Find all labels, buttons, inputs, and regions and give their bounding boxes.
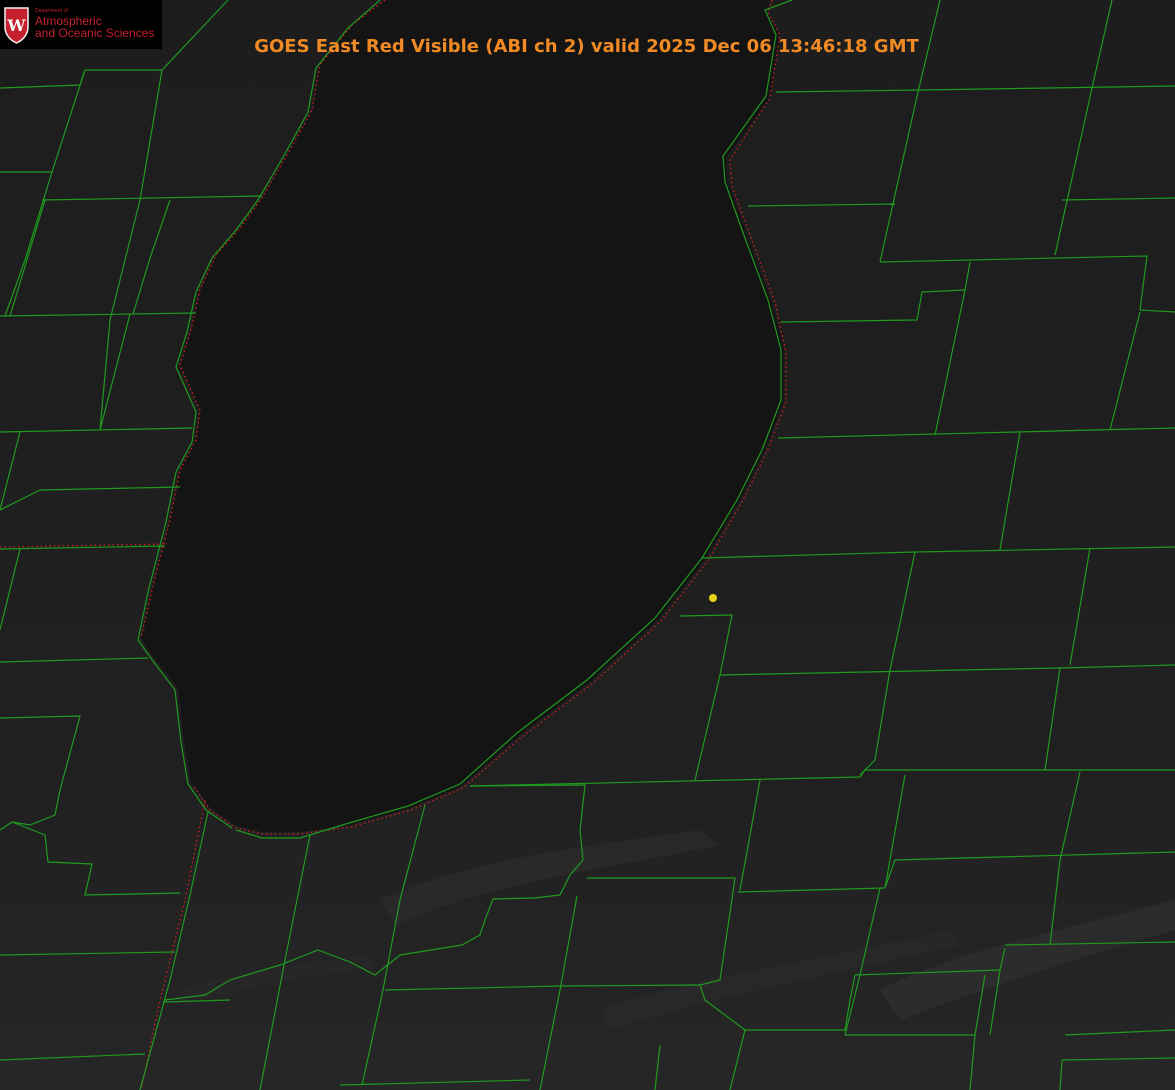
crest-letter: W <box>7 16 27 35</box>
satellite-map-view: W Department of Atmospheric and Oceanic … <box>0 0 1175 1090</box>
yellow-dot-marker-icon <box>709 594 717 602</box>
satellite-map <box>0 0 1175 1090</box>
image-title: GOES East Red Visible (ABI ch 2) valid 2… <box>254 36 919 57</box>
